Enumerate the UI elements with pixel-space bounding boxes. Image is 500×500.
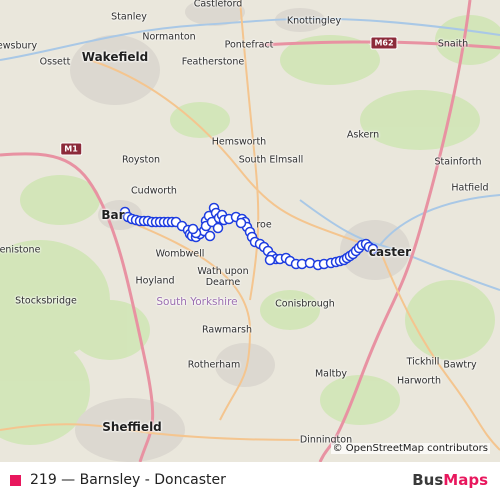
- place-label-stocksbridge: Stocksbridge: [15, 295, 77, 307]
- place-label-ossett: Ossett: [39, 56, 71, 68]
- map-base-layer: [0, 0, 500, 462]
- route-stop-marker[interactable]: [235, 217, 247, 229]
- place-label-rotherham: Rotherham: [187, 359, 241, 371]
- route-stop-marker[interactable]: [212, 222, 224, 234]
- place-label-snaith: Snaith: [437, 38, 469, 50]
- route-layer: [119, 202, 379, 271]
- place-label-royston: Royston: [121, 154, 161, 166]
- place-label-mexborough: roe: [256, 219, 272, 231]
- route-stop-marker[interactable]: [264, 254, 276, 266]
- map-attribution[interactable]: © OpenStreetMap contributors: [330, 443, 490, 454]
- place-label-south-yorkshire: South Yorkshire: [156, 296, 238, 308]
- route-stop-marker[interactable]: [187, 223, 199, 235]
- place-label-hemsworth: Hemsworth: [211, 136, 267, 148]
- place-label-south-elmsall: South Elmsall: [238, 154, 304, 166]
- map-widget: Castleford Stanley Knottingley ewsbury N…: [0, 0, 500, 500]
- place-label-harworth: Harworth: [396, 375, 442, 387]
- route-footer: 219 — Barnsley - Doncaster BusMaps: [0, 462, 500, 500]
- place-label-conisbrough: Conisbrough: [275, 298, 335, 310]
- place-label-wath-upon-dearne: Wath upon Dearne: [197, 266, 249, 288]
- road-shield-m62: M62: [370, 36, 398, 50]
- logo-text-maps: Maps: [443, 471, 488, 489]
- place-label-askern: Askern: [346, 129, 380, 141]
- place-label-rawmarsh: Rawmarsh: [202, 324, 252, 336]
- place-label-knottingley: Knottingley: [286, 15, 342, 27]
- place-label-normanton: Normanton: [142, 31, 196, 43]
- place-label-tickhill: Tickhill: [406, 356, 440, 368]
- logo-text-bus: Bus: [412, 471, 444, 489]
- route-title: 219 — Barnsley - Doncaster: [30, 472, 226, 488]
- place-label-doncaster: caster: [368, 245, 412, 259]
- busmaps-logo[interactable]: BusMaps: [412, 471, 488, 489]
- place-label-hoyland: Hoyland: [135, 275, 175, 287]
- place-label-pontefract: Pontefract: [224, 39, 274, 51]
- place-label-penistone: enistone: [0, 244, 41, 256]
- place-label-maltby: Maltby: [314, 368, 348, 380]
- place-label-bawtry: Bawtry: [443, 359, 477, 371]
- map-area[interactable]: Castleford Stanley Knottingley ewsbury N…: [0, 0, 500, 462]
- place-label-hatfield: Hatfield: [451, 182, 489, 194]
- route-color-swatch: [10, 475, 21, 486]
- place-label-cudworth: Cudworth: [131, 185, 177, 197]
- place-label-ewsbury: ewsbury: [0, 40, 38, 52]
- place-label-stanley: Stanley: [111, 11, 147, 23]
- place-label-castleford: Castleford: [193, 0, 243, 10]
- route-stop-marker[interactable]: [204, 230, 216, 242]
- place-label-stainforth: Stainforth: [434, 156, 482, 168]
- road-shield-m1: M1: [60, 142, 82, 156]
- place-label-barnsley: Bar: [101, 208, 125, 222]
- place-label-featherstone: Featherstone: [181, 56, 245, 68]
- place-label-wakefield: Wakefield: [81, 50, 149, 64]
- place-label-wombwell: Wombwell: [155, 248, 205, 260]
- place-label-sheffield: Sheffield: [102, 420, 162, 434]
